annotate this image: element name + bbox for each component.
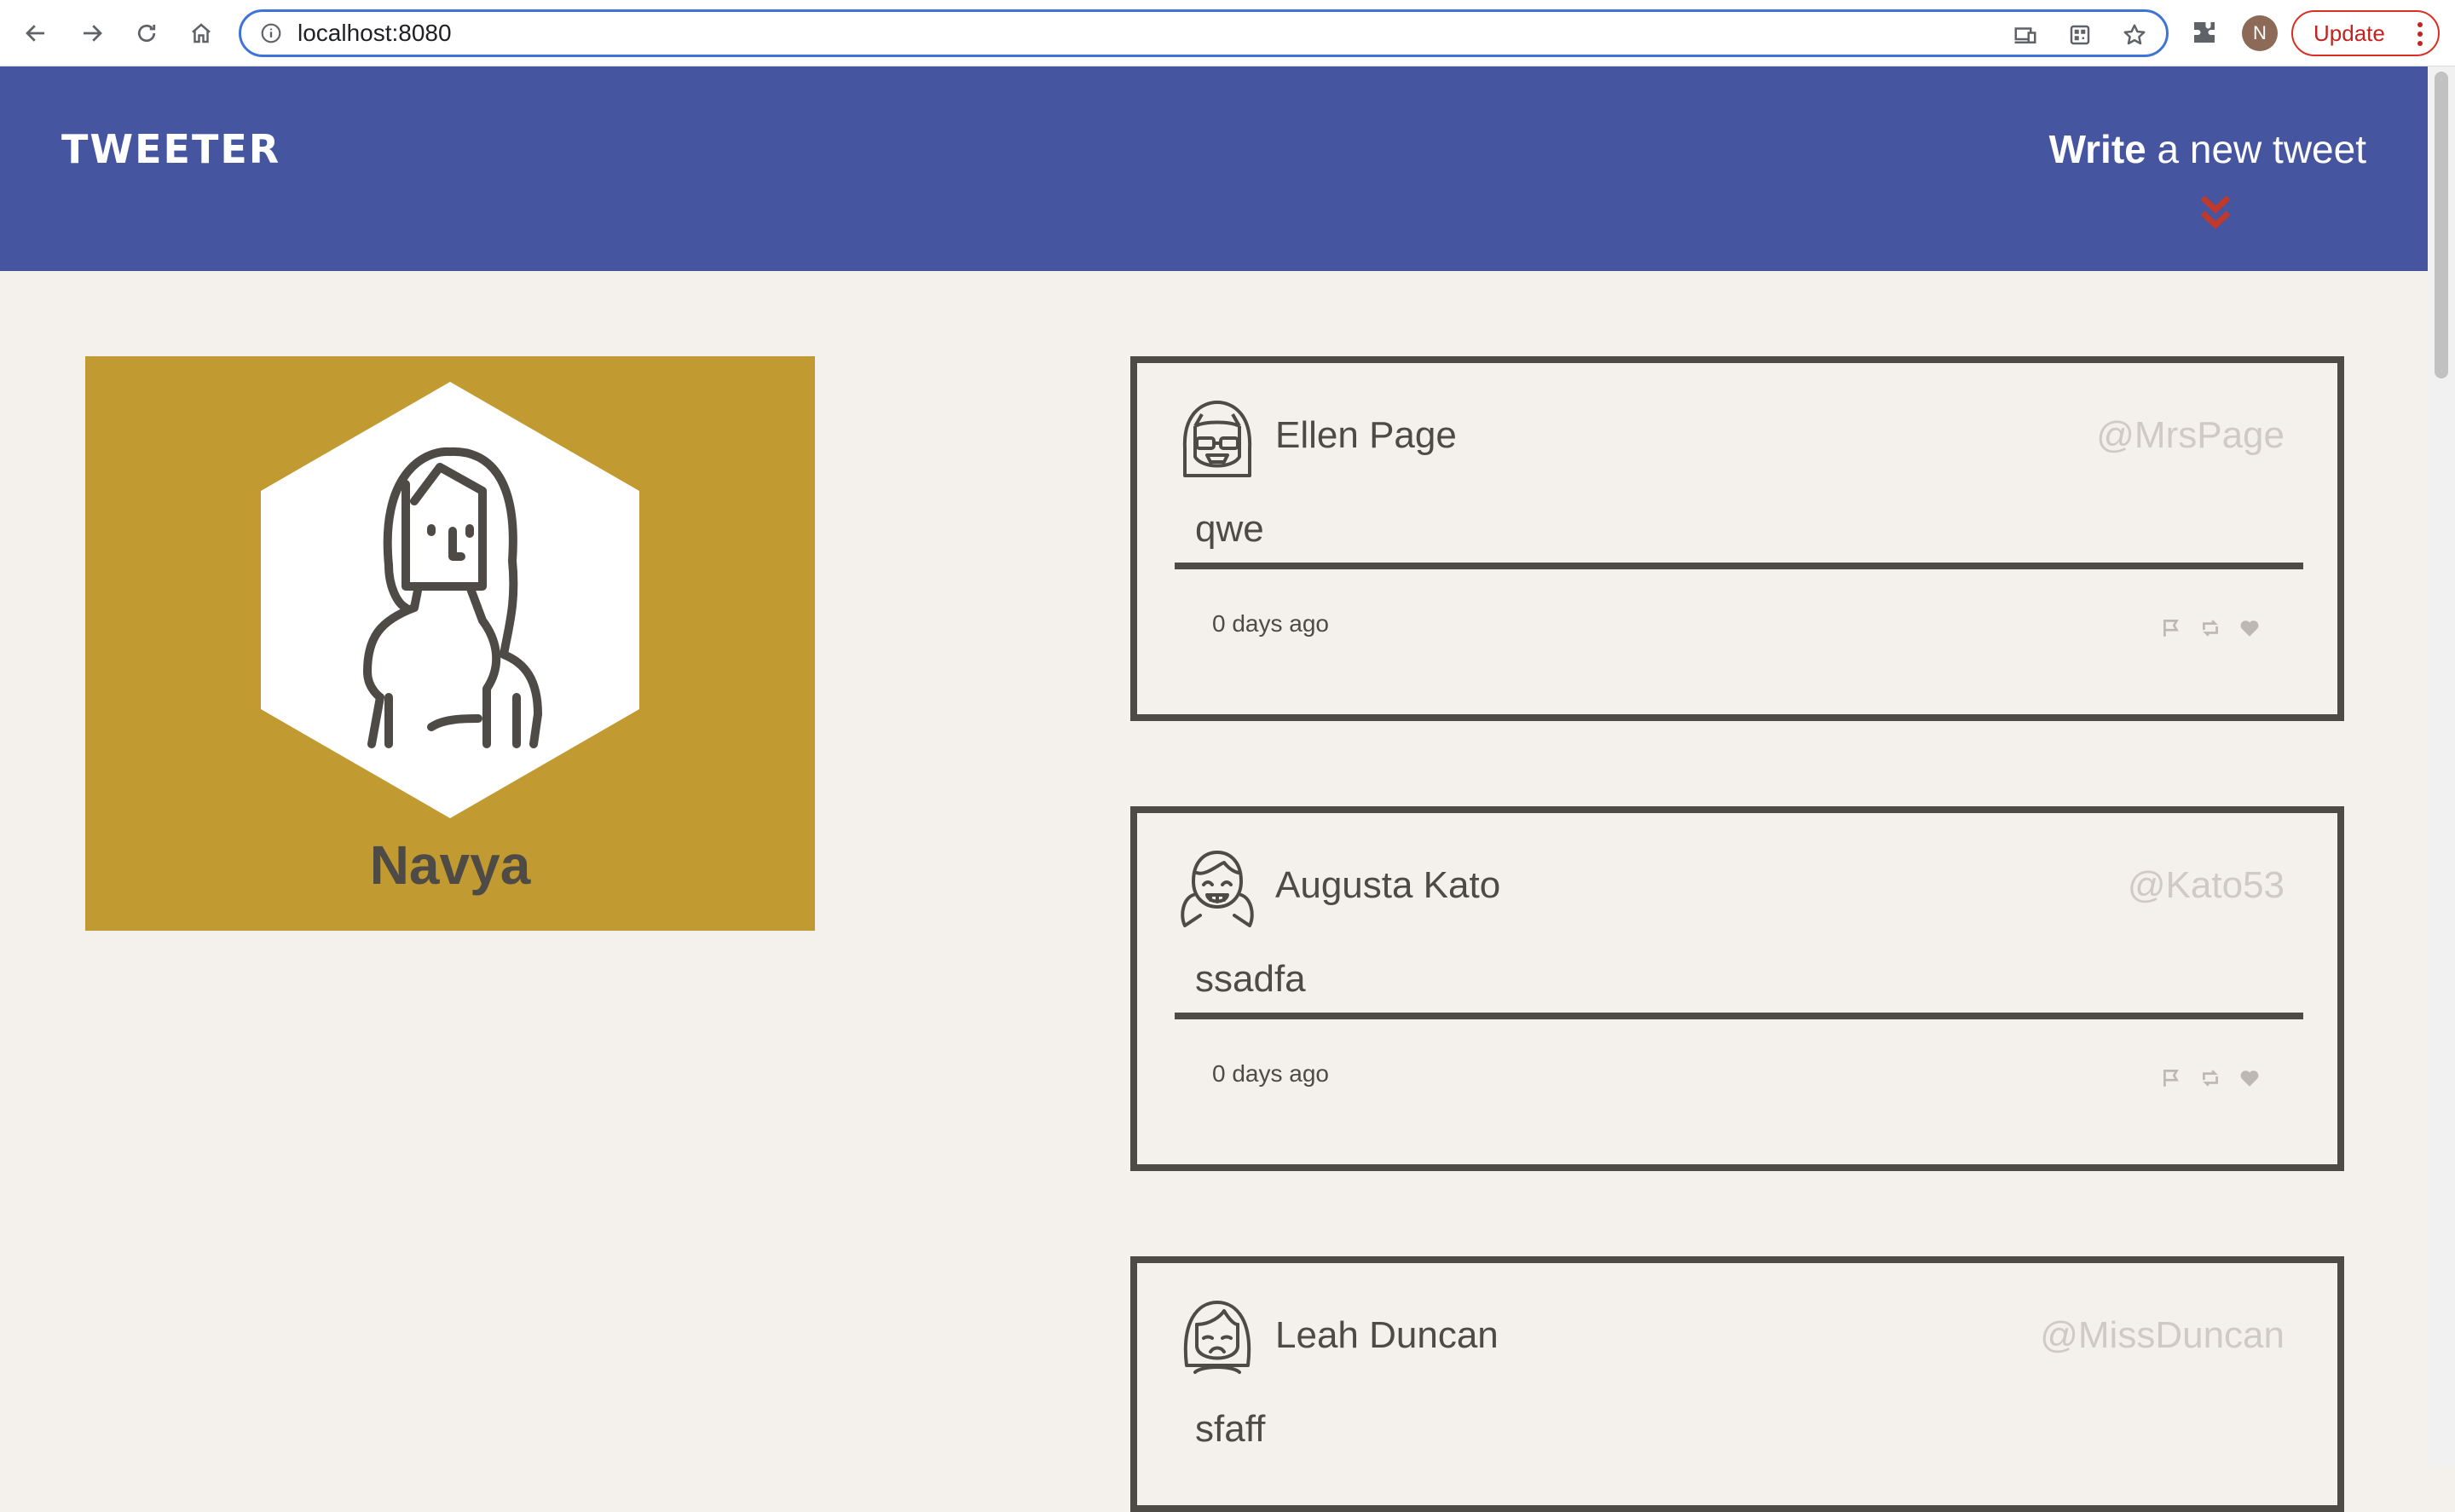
star-icon[interactable] — [2122, 22, 2147, 48]
arrow-left-icon — [26, 25, 44, 42]
home-icon — [192, 23, 211, 43]
arrow-right-icon — [84, 25, 102, 42]
vertical-scrollbar[interactable] — [2428, 66, 2455, 1466]
tweet-card: Leah Duncan @MissDuncan sfaff — [1130, 1256, 2344, 1512]
flag-icon[interactable] — [2160, 617, 2182, 639]
heart-icon[interactable] — [2238, 1067, 2261, 1089]
tweet-text: ssadfa — [1195, 958, 1306, 1000]
site-header: TWEETER Write a new tweet — [0, 66, 2428, 271]
tweet-author-handle: @MissDuncan — [2040, 1314, 2285, 1356]
girl-pigtails-icon — [1181, 851, 1254, 927]
tweet-text: sfaff — [1195, 1408, 1266, 1450]
tweet-author-handle: @MrsPage — [2096, 414, 2285, 456]
site-logo[interactable]: TWEETER — [61, 126, 280, 172]
forward-button[interactable] — [70, 11, 114, 55]
browser-toolbar: localhost:8080 N Update — [0, 0, 2455, 66]
tweet-card: Augusta Kato @Kato53 ssadfa 0 days ago — [1130, 806, 2344, 1171]
address-url[interactable]: localhost:8080 — [297, 20, 452, 47]
tweet-divider — [1175, 1013, 2303, 1019]
address-bar[interactable]: localhost:8080 — [239, 9, 2169, 57]
tweet-author-name: Leah Duncan — [1275, 1314, 1499, 1356]
tweet-author-name: Ellen Page — [1275, 414, 1457, 456]
profile-avatar-hexagon — [261, 382, 639, 818]
reload-button[interactable] — [124, 11, 169, 55]
tweet-date: 0 days ago — [1212, 1060, 1329, 1087]
scrollbar-thumb[interactable] — [2435, 72, 2448, 378]
update-label: Update — [2313, 20, 2385, 46]
tweet-text: qwe — [1195, 508, 1264, 550]
reload-icon — [137, 24, 156, 43]
girl-glasses-icon — [1182, 401, 1252, 477]
retweet-icon[interactable] — [2199, 1067, 2221, 1089]
tweet-divider — [1175, 563, 2303, 569]
extensions-icon[interactable] — [2189, 17, 2220, 48]
tweet-author-name: Augusta Kato — [1275, 864, 1501, 906]
tweet-date: 0 days ago — [1212, 610, 1329, 637]
back-button[interactable] — [14, 11, 58, 55]
double-chevron-down-icon[interactable] — [2198, 193, 2233, 230]
retweet-icon[interactable] — [2199, 617, 2221, 639]
heart-icon[interactable] — [2238, 617, 2261, 639]
write-rest: a new tweet — [2146, 127, 2367, 171]
write-tweet-link[interactable]: Write a new tweet — [2049, 126, 2366, 172]
flag-icon[interactable] — [2160, 1067, 2182, 1089]
qr-code-icon[interactable] — [2067, 22, 2093, 48]
girl-sad-icon — [1183, 1301, 1251, 1374]
home-button[interactable] — [179, 11, 223, 55]
profile-avatar[interactable]: N — [2242, 15, 2278, 51]
profile-card: Navya — [85, 356, 815, 931]
profile-name: Navya — [369, 834, 531, 896]
tweet-author-handle: @Kato53 — [2127, 864, 2285, 906]
more-vert-icon — [2417, 22, 2423, 46]
tweet-card: Ellen Page @MrsPage qwe 0 days ago — [1130, 356, 2344, 721]
write-bold: Write — [2048, 127, 2146, 171]
update-button[interactable]: Update — [2291, 10, 2440, 56]
cast-icon[interactable] — [2013, 22, 2038, 48]
info-icon[interactable] — [260, 22, 282, 44]
